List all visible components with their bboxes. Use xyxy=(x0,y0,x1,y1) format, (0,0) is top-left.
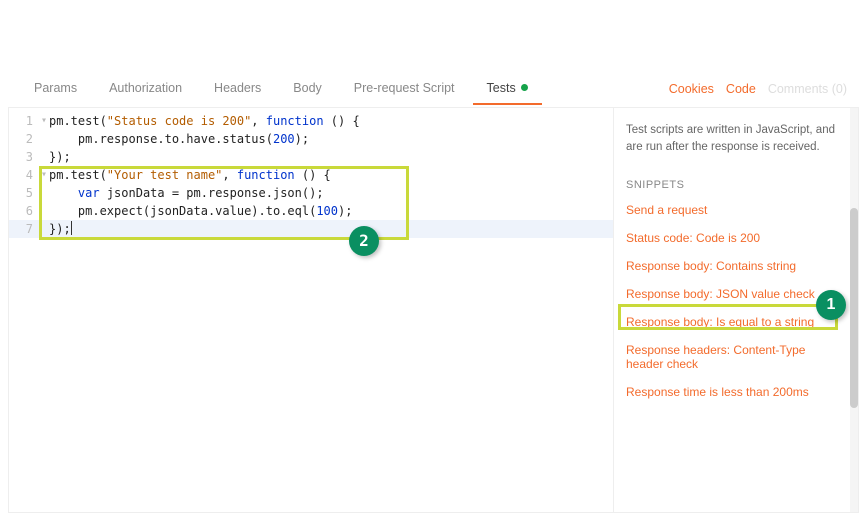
line-number: 3 xyxy=(9,148,39,166)
tab-tests-label: Tests xyxy=(487,81,516,95)
code-editor[interactable]: 1 ▾ pm.test("Status code is 200", functi… xyxy=(9,108,613,512)
right-links: Cookies Code Comments (0) xyxy=(669,82,847,96)
cookies-link[interactable]: Cookies xyxy=(669,82,714,96)
tab-params[interactable]: Params xyxy=(20,73,91,105)
snippets-heading: SNIPPETS xyxy=(626,179,846,191)
line-number: 5 xyxy=(9,184,39,202)
code-line: }); xyxy=(49,220,72,238)
snippet-body-equal[interactable]: Response body: Is equal to a string xyxy=(626,315,846,329)
code-link[interactable]: Code xyxy=(726,82,756,96)
code-line: pm.test("Your test name", function () { xyxy=(49,166,331,184)
tests-indicator-icon xyxy=(521,84,528,91)
snippet-body-contains[interactable]: Response body: Contains string xyxy=(626,259,846,273)
tab-prerequest[interactable]: Pre-request Script xyxy=(340,73,469,105)
snippets-description: Test scripts are written in JavaScript, … xyxy=(626,122,846,157)
tab-headers[interactable]: Headers xyxy=(200,73,275,105)
code-line: pm.test("Status code is 200", function (… xyxy=(49,112,360,130)
snippet-header-check[interactable]: Response headers: Content-Type header ch… xyxy=(626,343,846,371)
tabs-bar: Params Authorization Headers Body Pre-re… xyxy=(8,70,859,108)
snippet-list: Send a request Status code: Code is 200 … xyxy=(626,203,846,399)
line-number: 2 xyxy=(9,130,39,148)
line-number: 6 xyxy=(9,202,39,220)
snippet-status-200[interactable]: Status code: Code is 200 xyxy=(626,231,846,245)
code-line: var jsonData = pm.response.json(); xyxy=(49,184,324,202)
comments-link[interactable]: Comments (0) xyxy=(768,82,847,96)
code-line: pm.expect(jsonData.value).to.eql(100); xyxy=(49,202,352,220)
code-line: }); xyxy=(49,148,71,166)
main-content: 1 ▾ pm.test("Status code is 200", functi… xyxy=(8,108,859,513)
tab-tests[interactable]: Tests xyxy=(473,73,542,105)
line-number: 4 xyxy=(9,166,39,184)
line-number: 1 xyxy=(9,112,39,130)
line-number: 7 xyxy=(9,220,39,238)
snippet-time-200ms[interactable]: Response time is less than 200ms xyxy=(626,385,846,399)
snippet-json-value[interactable]: Response body: JSON value check xyxy=(626,287,846,301)
snippets-panel: Test scripts are written in JavaScript, … xyxy=(613,108,858,512)
tab-body[interactable]: Body xyxy=(279,73,336,105)
scrollbar-thumb[interactable] xyxy=(850,208,858,408)
text-cursor-icon xyxy=(71,221,72,235)
fold-icon[interactable]: ▾ xyxy=(39,166,49,184)
fold-icon[interactable]: ▾ xyxy=(39,112,49,130)
code-line: pm.response.to.have.status(200); xyxy=(49,130,309,148)
app-window: Params Authorization Headers Body Pre-re… xyxy=(0,0,867,513)
snippet-send-request[interactable]: Send a request xyxy=(626,203,846,217)
tab-authorization[interactable]: Authorization xyxy=(95,73,196,105)
